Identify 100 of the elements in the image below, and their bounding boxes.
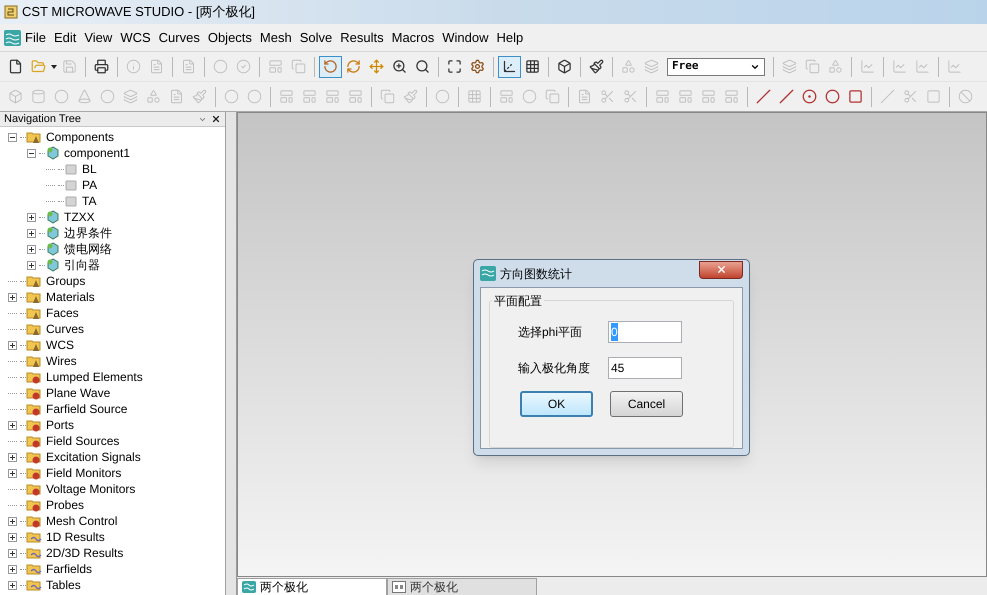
component-icon: [45, 146, 60, 160]
menu-item[interactable]: Results: [336, 28, 388, 48]
expand-icon[interactable]: [27, 244, 36, 254]
axes-icon[interactable]: [498, 56, 521, 78]
menu-item[interactable]: Objects: [204, 28, 256, 48]
tree-item-label[interactable]: Components: [46, 128, 114, 146]
menu-item[interactable]: Edit: [50, 28, 80, 48]
solid-icon: [64, 162, 78, 176]
folder-gear-icon: [26, 370, 42, 384]
close-icon[interactable]: [211, 114, 221, 124]
field-label: 输入极化角度: [517, 360, 591, 377]
expand-icon[interactable]: [8, 548, 17, 558]
document-tab[interactable]: 两个极化: [387, 578, 537, 595]
dialog-title: 方向图数统计: [500, 266, 573, 282]
expand-icon[interactable]: [8, 468, 17, 478]
expand-icon[interactable]: [27, 212, 36, 222]
folder-gear-icon: [26, 434, 42, 448]
menu-item[interactable]: Mesh: [256, 28, 296, 48]
input-field[interactable]: 45: [608, 357, 682, 379]
component-icon: [45, 258, 60, 272]
tree-item-label[interactable]: Lumped Elements: [46, 368, 143, 386]
app-logo-icon: [480, 266, 496, 281]
tree-item-label[interactable]: Ports: [46, 416, 74, 434]
folder-gear-icon: [26, 466, 42, 480]
tree-item-label[interactable]: 2D/3D Results: [46, 544, 124, 562]
app-icon: [4, 5, 18, 19]
menu-item[interactable]: Solve: [296, 28, 336, 48]
collapse-icon[interactable]: [8, 132, 17, 142]
app-logo-icon: [4, 30, 21, 46]
expand-icon[interactable]: [8, 420, 17, 430]
folder-gear-icon: [26, 418, 42, 432]
tree-item-label[interactable]: Curves: [46, 320, 84, 338]
folder-gear-icon: [26, 482, 42, 496]
folder-cone-icon: [26, 322, 42, 336]
menu-item[interactable]: View: [80, 28, 116, 48]
tree-item-label[interactable]: 馈电网络: [64, 240, 112, 258]
folder-gear-icon: [26, 498, 42, 512]
menu-item[interactable]: Macros: [388, 28, 438, 48]
folder-wave-icon: [26, 546, 42, 560]
tree-item-label[interactable]: 引向器: [64, 256, 100, 274]
expand-icon[interactable]: [8, 516, 17, 526]
mode-dropdown[interactable]: Free: [667, 58, 765, 76]
expand-icon[interactable]: [27, 260, 36, 270]
rotate-icon[interactable]: [319, 56, 342, 78]
folder-wave-icon: [26, 530, 42, 544]
close-icon: [716, 264, 726, 275]
tree-item-label[interactable]: BL: [82, 160, 97, 178]
expand-icon[interactable]: [8, 564, 17, 574]
solid-icon: [64, 178, 78, 192]
caret-icon[interactable]: [51, 64, 57, 68]
tree-item-label[interactable]: WCS: [46, 336, 74, 354]
folder-cone-icon: [26, 290, 42, 304]
expand-icon[interactable]: [8, 580, 17, 590]
solid-icon: [64, 194, 78, 208]
folder-cone-icon: [26, 130, 42, 144]
tree-item-label[interactable]: 边界条件: [64, 224, 112, 242]
collapse-icon[interactable]: [27, 148, 36, 158]
tree-item-label[interactable]: Materials: [46, 288, 95, 306]
menu-item[interactable]: Help: [492, 28, 528, 48]
splitter[interactable]: [226, 112, 237, 595]
tree-item-label[interactable]: Plane Wave: [46, 384, 110, 402]
schematic-icon: [392, 581, 406, 593]
tree-item-label[interactable]: Groups: [46, 272, 86, 290]
folder-gear-icon: [26, 386, 42, 400]
tree-item-label[interactable]: TZXX: [64, 208, 95, 226]
tree-item-label[interactable]: Probes: [46, 496, 84, 514]
menu-item[interactable]: WCS: [116, 28, 155, 48]
dialog-button[interactable]: OK: [520, 391, 593, 417]
expand-icon[interactable]: [27, 228, 36, 238]
tree-item-label[interactable]: Mesh Control: [46, 512, 118, 530]
expand-icon[interactable]: [8, 532, 17, 542]
folder-wave-icon: [26, 578, 42, 592]
expand-icon[interactable]: [8, 292, 17, 302]
tree-item-label[interactable]: Excitation Signals: [46, 448, 141, 466]
dialog-button[interactable]: Cancel: [610, 391, 683, 417]
tree-item-label[interactable]: 1D Results: [46, 528, 105, 546]
tree-item-label[interactable]: Field Sources: [46, 432, 120, 450]
expand-icon[interactable]: [8, 452, 17, 462]
tree-item-label[interactable]: Farfield Source: [46, 400, 128, 418]
tree-item-label[interactable]: component1: [64, 144, 130, 162]
folder-gear-icon: [26, 514, 42, 528]
tree-item-label[interactable]: TA: [82, 192, 96, 210]
document-tab[interactable]: 两个极化: [237, 578, 387, 595]
menu-item[interactable]: File: [21, 28, 50, 48]
group-title: 平面配置: [492, 292, 544, 310]
window-title: CST MICROWAVE STUDIO - [两个极化]: [22, 3, 256, 22]
panel-title: Navigation Tree: [4, 112, 82, 127]
tree-item-label[interactable]: Faces: [46, 304, 79, 322]
menu-item[interactable]: Window: [438, 28, 492, 48]
tree-item-label[interactable]: Tables: [46, 576, 81, 594]
field-label: 选择phi平面: [517, 324, 584, 341]
expand-icon[interactable]: [8, 340, 17, 350]
menu-item[interactable]: Curves: [154, 28, 204, 48]
tree-item-label[interactable]: Field Monitors: [46, 464, 122, 482]
close-button[interactable]: [699, 260, 743, 278]
tree-item-label[interactable]: Voltage Monitors: [46, 480, 136, 498]
folder-cone-icon: [26, 306, 42, 320]
tree-item-label[interactable]: PA: [82, 176, 98, 194]
tree-item-label[interactable]: Wires: [46, 352, 77, 370]
tree-item-label[interactable]: Farfields: [46, 560, 92, 578]
